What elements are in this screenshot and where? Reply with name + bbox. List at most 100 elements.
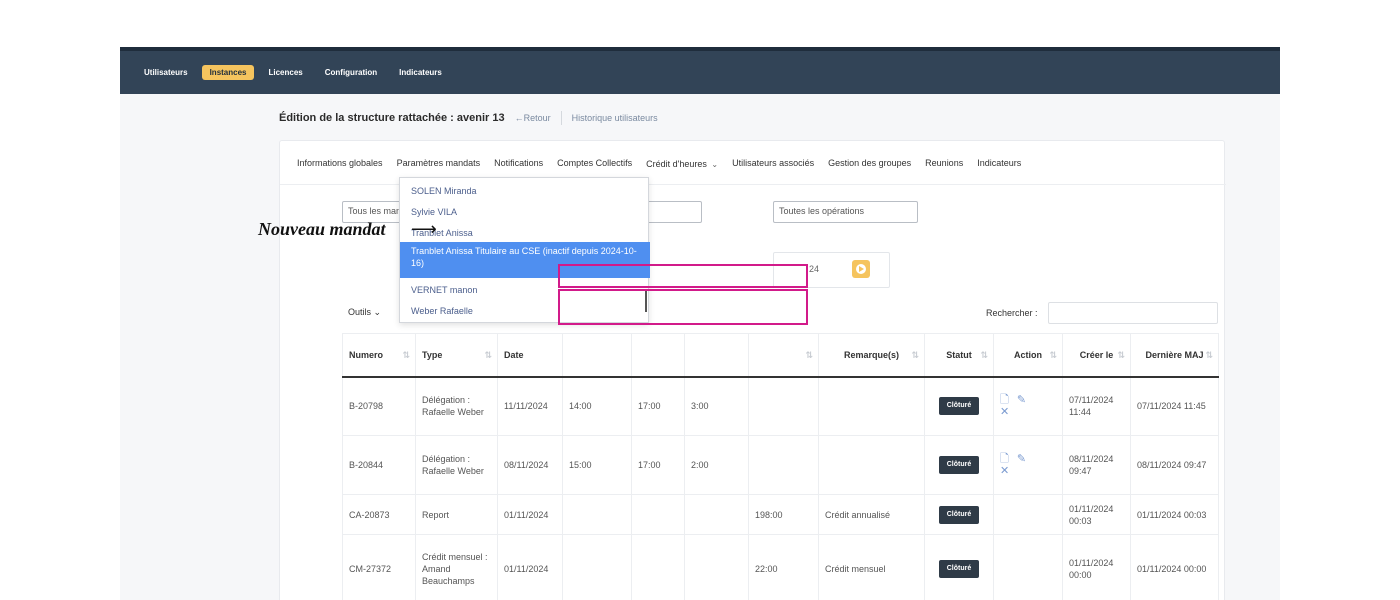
col-fin[interactable]	[631, 333, 685, 378]
col-remarque[interactable]: Remarque(s) ⇅	[818, 333, 925, 378]
filter-operations[interactable]: Toutes les opérations	[773, 201, 918, 223]
col-numero[interactable]: Numero ⇅	[342, 333, 416, 378]
tab-gestion-groupes[interactable]: Gestion des groupes	[828, 158, 911, 168]
edit-icon[interactable]: ✎	[1017, 453, 1026, 465]
table-header-row: Numero ⇅ Type ⇅ Date ⇅ Remarque(s) ⇅ Statut…	[342, 333, 1219, 378]
col-duree[interactable]	[684, 333, 749, 378]
cell-fin: 17:00	[631, 435, 685, 495]
cell-remarque: Crédit mensuel	[818, 534, 925, 600]
cell-date: 11/11/2024	[497, 376, 563, 436]
cell-duree: 3:00	[684, 376, 749, 436]
cell-duree	[684, 534, 749, 600]
cell-remarque: Crédit annualisé	[818, 494, 925, 535]
cell-maj: 07/11/2024 11:45	[1130, 376, 1219, 436]
highlight-box	[558, 289, 808, 325]
cell-statut: Clôturé	[924, 534, 994, 600]
col-type[interactable]: Type ⇅	[415, 333, 498, 378]
table-row: B-20844 Délégation : Rafaelle Weber 08/1…	[342, 435, 1219, 495]
sort-icon: ⇅	[911, 350, 919, 360]
cell-fin	[631, 494, 685, 535]
cell-cree: 01/11/2024 00:03	[1062, 494, 1131, 535]
tab-parametres-mandats[interactable]: Paramètres mandats	[397, 158, 481, 168]
tab-indicateurs[interactable]: Indicateurs	[977, 158, 1021, 168]
cell-fin	[631, 534, 685, 600]
chevron-down-icon: ⌄	[711, 159, 719, 169]
cell-action: 🗋 ✎ ✕	[993, 376, 1063, 436]
cell-maj: 01/11/2024 00:00	[1130, 534, 1219, 600]
col-label: Créer le	[1079, 349, 1114, 360]
cell-type: Report	[415, 494, 498, 535]
dropdown-option[interactable]: Sylvie VILA	[400, 207, 650, 217]
arrow-right-icon	[856, 264, 866, 274]
table-row: B-20798 Délégation : Rafaelle Weber 11/1…	[342, 376, 1219, 436]
nav-configuration[interactable]: Configuration	[317, 65, 385, 80]
close-icon[interactable]: ✕	[1000, 406, 1009, 418]
status-badge: Clôturé	[938, 505, 980, 524]
cell-maj: 01/11/2024 00:03	[1130, 494, 1219, 535]
cell-date: 08/11/2024	[497, 435, 563, 495]
col-date[interactable]: Date	[497, 333, 563, 378]
sort-icon: ⇅	[1205, 350, 1213, 360]
cell-maj: 08/11/2024 09:47	[1130, 435, 1219, 495]
history-link[interactable]: Historique utilisateurs	[572, 113, 658, 123]
col-credit[interactable]: ⇅	[748, 333, 819, 378]
top-nav: Utilisateurs Instances Licences Configur…	[136, 65, 450, 80]
col-action[interactable]: Action ⇅	[993, 333, 1063, 378]
cell-duree: 2:00	[684, 435, 749, 495]
search-input[interactable]	[1048, 302, 1218, 324]
app-page: Utilisateurs Instances Licences Configur…	[120, 47, 1280, 600]
col-label: Statut	[946, 349, 972, 360]
nav-licences[interactable]: Licences	[260, 65, 310, 80]
cell-date: 01/11/2024	[497, 494, 563, 535]
tab-informations-globales[interactable]: Informations globales	[297, 158, 383, 168]
col-label: Action	[1014, 349, 1042, 360]
cell-credit	[748, 435, 819, 495]
tab-comptes-collectifs[interactable]: Comptes Collectifs	[557, 158, 632, 168]
cell-action	[993, 494, 1063, 535]
cell-numero: B-20798	[342, 376, 416, 436]
col-debut[interactable]	[562, 333, 632, 378]
dropdown-option[interactable]: SOLEN Miranda	[400, 186, 650, 196]
status-badge: Clôturé	[938, 456, 980, 474]
sort-icon: ⇅	[402, 350, 410, 360]
close-icon[interactable]: ✕	[1000, 465, 1009, 477]
sort-icon: ⇅	[484, 350, 492, 360]
page-title: Édition de la structure rattachée : aven…	[279, 112, 505, 124]
nav-utilisateurs[interactable]: Utilisateurs	[136, 65, 196, 80]
title-row: Édition de la structure rattachée : aven…	[279, 111, 658, 125]
divider	[560, 111, 562, 125]
outils-menu[interactable]: Outils ⌄	[348, 307, 381, 318]
tab-credit-heures-wrap[interactable]: Crédit d'heures ⌄	[646, 154, 718, 172]
cell-credit: 22:00	[748, 534, 819, 600]
col-cree[interactable]: Créer le ⇅	[1062, 333, 1131, 378]
col-statut[interactable]: Statut ⇅	[924, 333, 994, 378]
cell-debut	[562, 494, 632, 535]
cell-statut: Clôturé	[924, 435, 994, 495]
go-button[interactable]	[852, 260, 870, 278]
nav-instances[interactable]: Instances	[201, 65, 255, 80]
document-icon[interactable]: 🗋	[1000, 453, 1009, 465]
tab-reunions[interactable]: Reunions	[925, 158, 963, 168]
edit-icon[interactable]: ✎	[1017, 394, 1026, 406]
cell-type: Délégation : Rafaelle Weber	[415, 376, 498, 436]
document-icon[interactable]: 🗋	[1000, 394, 1009, 406]
tab-credit-heures[interactable]: Crédit d'heures	[646, 159, 707, 169]
operations-table: Numero ⇅ Type ⇅ Date ⇅ Remarque(s) ⇅ Statut…	[342, 333, 1219, 600]
cell-date: 01/11/2024	[497, 534, 563, 600]
cell-cree: 01/11/2024 00:00	[1062, 534, 1131, 600]
nav-indicateurs[interactable]: Indicateurs	[391, 65, 450, 80]
cell-action: 🗋 ✎ ✕	[993, 435, 1063, 495]
tab-utilisateurs-associes[interactable]: Utilisateurs associés	[732, 158, 814, 168]
status-badge: Clôturé	[938, 559, 980, 578]
back-link[interactable]: ←Retour	[515, 113, 551, 123]
tab-notifications[interactable]: Notifications	[494, 158, 543, 168]
dropdown-option[interactable]: Tranblet Anissa	[400, 228, 650, 238]
cell-statut: Clôturé	[924, 376, 994, 436]
cell-duree	[684, 494, 749, 535]
search-label: Rechercher :	[986, 308, 1038, 318]
sort-icon: ⇅	[805, 350, 813, 360]
cell-credit	[748, 376, 819, 436]
col-maj[interactable]: Dernière MAJ ⇅	[1130, 333, 1219, 378]
cell-debut: 14:00	[562, 376, 632, 436]
cell-credit: 198:00	[748, 494, 819, 535]
